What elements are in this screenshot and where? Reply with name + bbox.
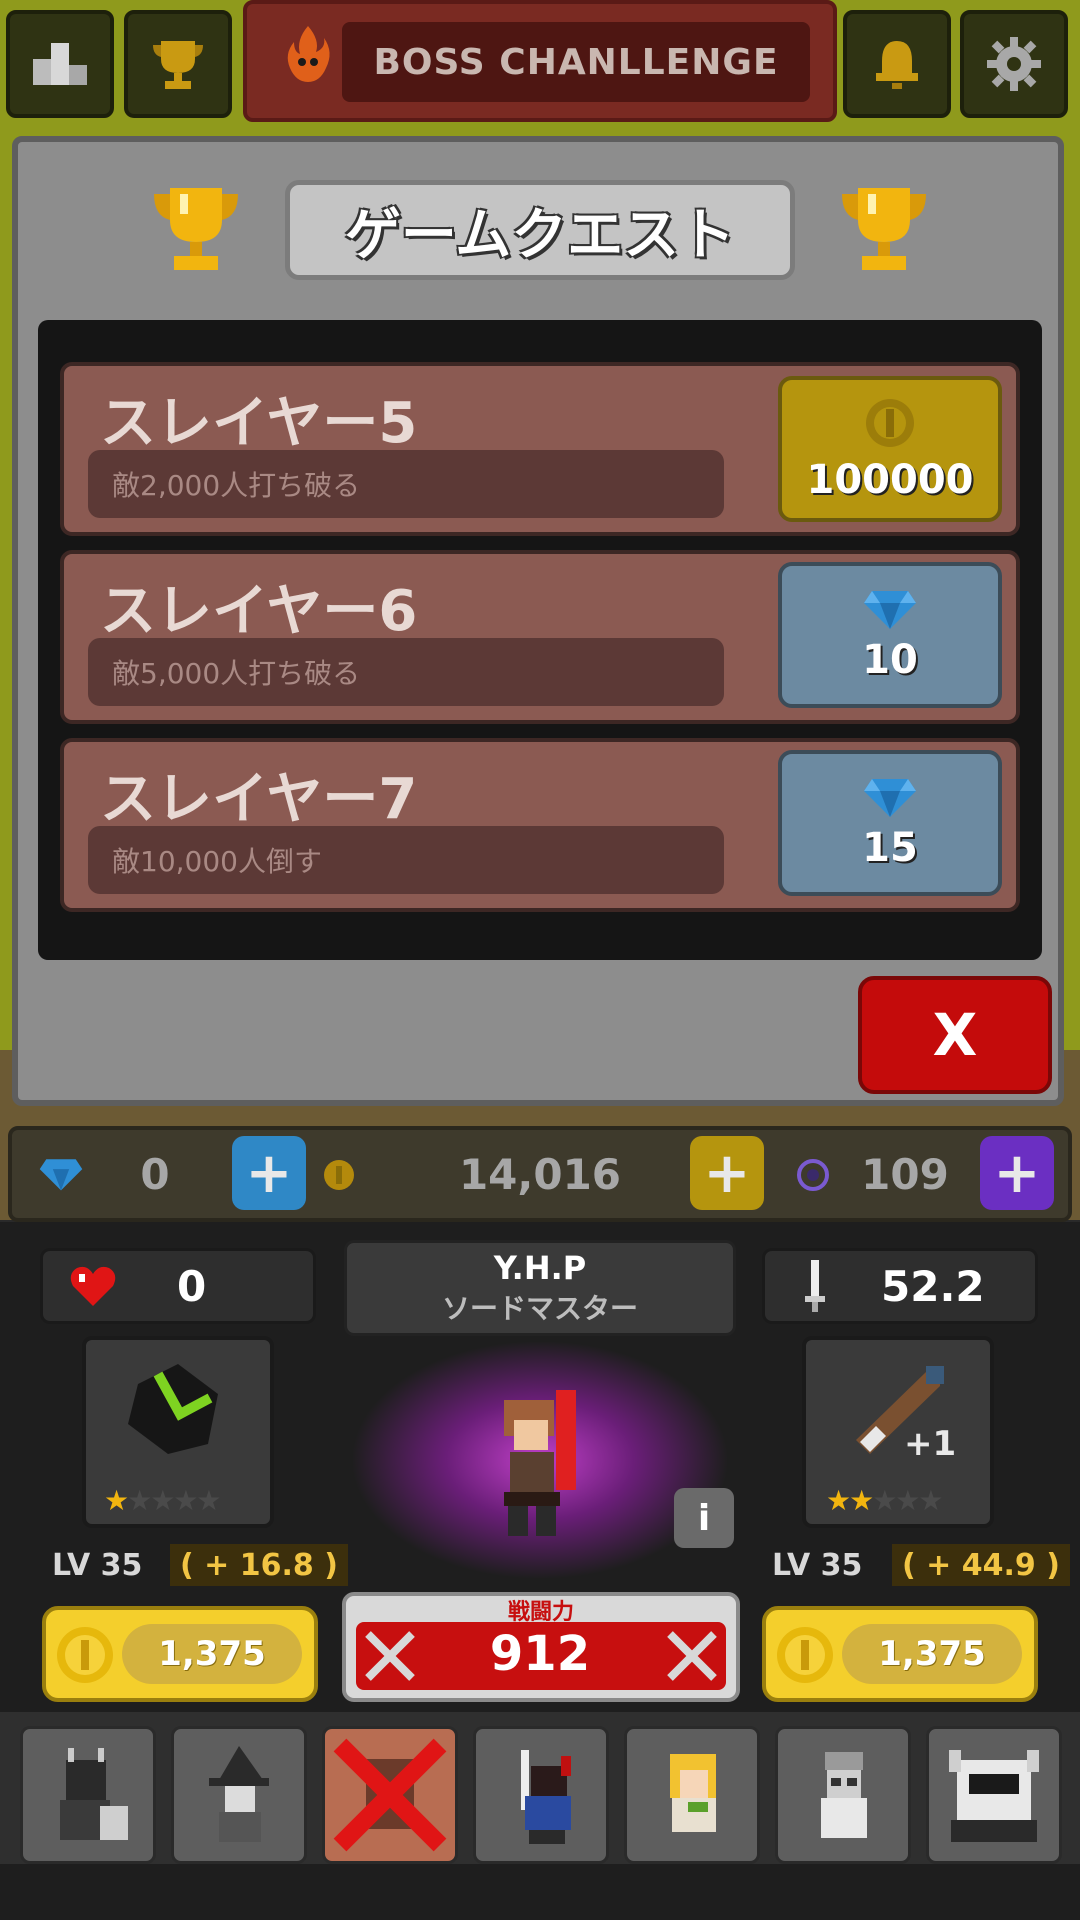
weapon-stars: ★★★★★ bbox=[826, 1484, 944, 1517]
hero-slot-knight[interactable] bbox=[20, 1726, 156, 1864]
hero-slot-wizard[interactable] bbox=[171, 1726, 307, 1864]
gloves-icon bbox=[118, 1354, 238, 1464]
add-souls-button[interactable]: + bbox=[980, 1136, 1054, 1210]
attack-value: 52.2 bbox=[881, 1261, 985, 1311]
dark-knight-icon bbox=[949, 1750, 1039, 1842]
quest-description: 敵10,000人倒す bbox=[88, 826, 724, 894]
quest-title: ゲームクエスト bbox=[285, 180, 795, 280]
gem-count: 0 bbox=[140, 1149, 170, 1199]
ranking-icon bbox=[33, 43, 87, 85]
quest-description: 敵5,000人打ち破る bbox=[88, 638, 724, 706]
weapon-level: LV 35 bbox=[772, 1548, 863, 1583]
hearts-count: 0 bbox=[177, 1261, 207, 1311]
knight-icon bbox=[60, 1748, 128, 1840]
gem-icon bbox=[864, 779, 916, 817]
scientist-icon bbox=[821, 1752, 867, 1838]
gem-icon bbox=[38, 1156, 84, 1192]
player-name: Y.H.P bbox=[493, 1249, 587, 1287]
combat-power-value: 912 bbox=[489, 1626, 591, 1682]
gold-count: 14,016 bbox=[458, 1149, 622, 1199]
quest-reward-button[interactable]: 10 bbox=[778, 562, 1002, 708]
gold-coin-icon bbox=[322, 1158, 356, 1192]
quest-title-text: スレイヤー7 bbox=[100, 767, 418, 832]
quest-reward-button[interactable]: 100000 bbox=[778, 376, 1002, 522]
gold-coin-icon bbox=[54, 1624, 116, 1686]
gloves-level: LV 35 bbox=[52, 1548, 143, 1583]
gloves-stars: ★★★★★ bbox=[104, 1484, 222, 1517]
notifications-button[interactable] bbox=[843, 10, 951, 118]
hero-slot-dark-knight[interactable] bbox=[926, 1726, 1062, 1864]
hero-slot-swordsman[interactable] bbox=[473, 1726, 609, 1864]
quest-title-text: スレイヤー6 bbox=[100, 579, 418, 644]
trophy-icon bbox=[153, 41, 203, 89]
achievements-button[interactable] bbox=[124, 10, 232, 118]
bell-icon bbox=[876, 41, 918, 89]
boss-challenge-label[interactable]: BOSS CHANLLENGE bbox=[342, 22, 810, 102]
close-x-icon bbox=[333, 1738, 447, 1852]
crossed-swords-icon bbox=[664, 1628, 720, 1684]
hero-slot-scientist[interactable] bbox=[775, 1726, 911, 1864]
soul-count: 109 bbox=[861, 1149, 949, 1199]
gold-coin-icon bbox=[866, 399, 914, 447]
quest-reward-button[interactable]: 15 bbox=[778, 750, 1002, 896]
hero-slot-selected[interactable] bbox=[322, 1726, 458, 1864]
trophy-right-icon bbox=[834, 180, 934, 280]
hero-slot-elf[interactable] bbox=[624, 1726, 760, 1864]
wizard-icon bbox=[209, 1746, 269, 1842]
hearts-stat: 0 bbox=[40, 1248, 316, 1324]
upgrade-weapon-cost: 1,375 bbox=[842, 1624, 1022, 1684]
sword-icon bbox=[805, 1260, 825, 1312]
heart-icon bbox=[70, 1266, 116, 1306]
elf-icon bbox=[670, 1754, 716, 1832]
trophy-left-icon bbox=[146, 180, 246, 280]
reward-value: 100000 bbox=[806, 457, 974, 503]
add-gold-button[interactable]: + bbox=[690, 1136, 764, 1210]
reward-value: 10 bbox=[862, 637, 918, 683]
add-gems-button[interactable]: + bbox=[232, 1136, 306, 1210]
quest-title-text: スレイヤー5 bbox=[100, 391, 418, 456]
gear-icon bbox=[987, 37, 1041, 91]
gold-coin-icon bbox=[774, 1624, 836, 1686]
hero-character[interactable] bbox=[480, 1380, 590, 1550]
swordsman-icon bbox=[521, 1750, 571, 1844]
crossed-swords-icon bbox=[362, 1628, 418, 1684]
weapon-bonus: ( + 44.9 ) bbox=[892, 1544, 1070, 1586]
attack-stat: 52.2 bbox=[762, 1248, 1038, 1324]
gloves-bonus: ( + 16.8 ) bbox=[170, 1544, 348, 1586]
close-button[interactable]: X bbox=[858, 976, 1052, 1094]
reward-value: 15 bbox=[862, 825, 918, 871]
info-button[interactable]: i bbox=[674, 1488, 734, 1548]
player-info: Y.H.P ソードマスター bbox=[344, 1240, 736, 1336]
settings-button[interactable] bbox=[960, 10, 1068, 118]
weapon-enhance-level: +1 bbox=[904, 1424, 957, 1464]
quest-description: 敵2,000人打ち破る bbox=[88, 450, 724, 518]
gem-icon bbox=[864, 591, 916, 629]
player-class: ソードマスター bbox=[441, 1292, 638, 1325]
upgrade-gloves-cost: 1,375 bbox=[122, 1624, 302, 1684]
ranking-button[interactable] bbox=[6, 10, 114, 118]
soul-orb-icon bbox=[796, 1158, 830, 1192]
boss-flame-icon bbox=[276, 22, 340, 86]
